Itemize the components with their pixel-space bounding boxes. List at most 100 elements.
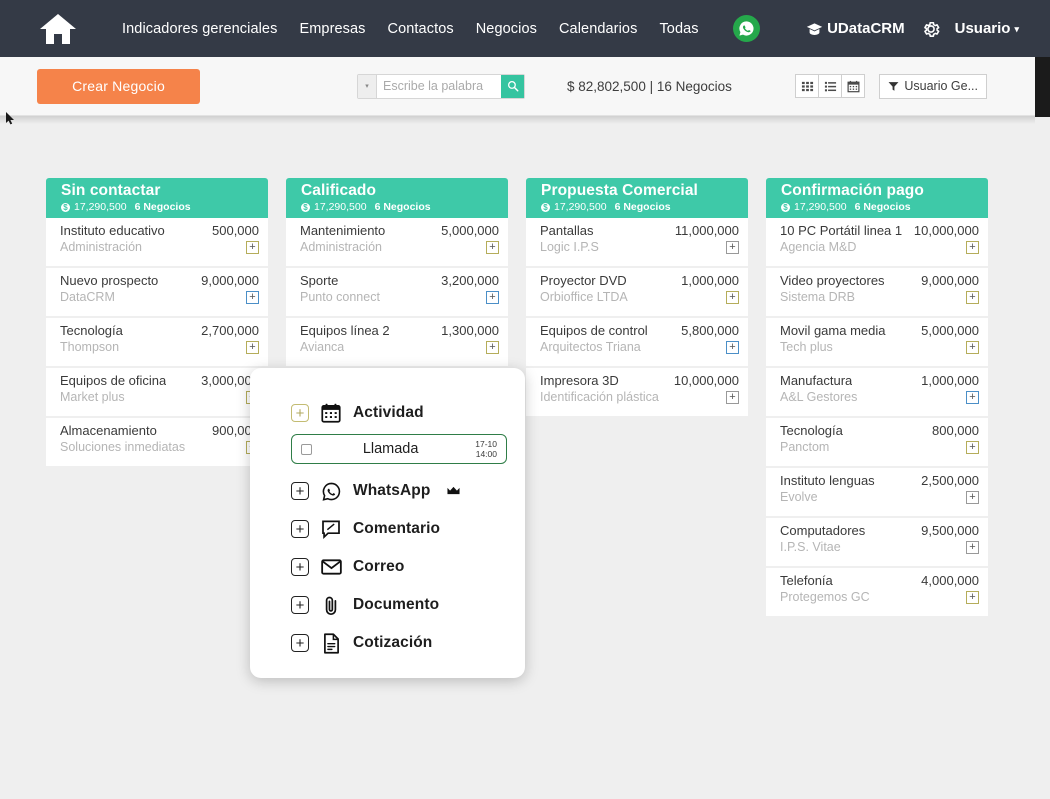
- brand-udatacrm[interactable]: UDataCRM: [806, 20, 905, 37]
- plus-icon[interactable]: +: [291, 482, 309, 500]
- deal-company: Orbioffice LTDA: [540, 290, 628, 304]
- deal-name: Instituto educativo: [60, 223, 165, 238]
- deal-card[interactable]: Manufactura 1,000,000 A&L Gestores +: [766, 368, 988, 416]
- add-activity-badge[interactable]: +: [246, 340, 259, 354]
- user-menu[interactable]: Usuario ▾: [955, 20, 1019, 37]
- deal-card[interactable]: Movil gama media 5,000,000 Tech plus +: [766, 318, 988, 366]
- popup-item-documento[interactable]: + Documento: [250, 586, 525, 624]
- deal-card[interactable]: Instituto educativo 500,000 Administració…: [46, 218, 268, 266]
- deal-card[interactable]: Tecnología 800,000 Panctom +: [766, 418, 988, 466]
- deal-name: Instituto lenguas: [780, 473, 875, 488]
- nav-item-todas[interactable]: Todas: [659, 21, 698, 37]
- deal-name: Mantenimiento: [300, 223, 386, 238]
- deal-card[interactable]: Video proyectores 9,000,000 Sistema DRB +: [766, 268, 988, 316]
- create-deal-button[interactable]: Crear Negocio: [37, 68, 200, 104]
- search-icon[interactable]: [501, 74, 524, 98]
- add-activity-badge[interactable]: +: [486, 290, 499, 304]
- add-activity-badge[interactable]: +: [966, 440, 979, 454]
- filter-button[interactable]: Usuario Ge...: [879, 73, 987, 99]
- deal-amount: 1,300,000: [441, 323, 499, 338]
- grid-view-button[interactable]: [795, 74, 820, 98]
- add-activity-badge[interactable]: +: [246, 290, 259, 304]
- plus-icon[interactable]: +: [291, 634, 309, 652]
- deal-card[interactable]: Computadores 9,500,000 I.P.S. Vitae +: [766, 518, 988, 566]
- add-activity-badge[interactable]: +: [486, 240, 499, 254]
- add-activity-badge[interactable]: +: [246, 240, 259, 254]
- whatsapp-icon[interactable]: [733, 15, 761, 42]
- deal-card[interactable]: Equipos de control 5,800,000 Arquitectos …: [526, 318, 748, 366]
- deal-amount: 3,200,000: [441, 273, 499, 288]
- crown-icon: [447, 486, 460, 496]
- deal-card[interactable]: Pantallas 11,000,000 Logic I.P.S +: [526, 218, 748, 266]
- deal-card[interactable]: 10 PC Portátil linea 1 10,000,000 Agencia…: [766, 218, 988, 266]
- popup-item-actividad[interactable]: + Actividad: [250, 394, 525, 432]
- deal-name: Computadores: [780, 523, 866, 538]
- search-input[interactable]: [377, 74, 501, 98]
- popup-item-correo[interactable]: + Correo: [250, 548, 525, 586]
- plus-icon[interactable]: +: [291, 596, 309, 614]
- column-amount: 17,290,500: [314, 201, 367, 213]
- plus-icon[interactable]: +: [291, 404, 309, 422]
- search-scope-dropdown[interactable]: ▾: [358, 74, 377, 98]
- calendar-view-button[interactable]: [841, 74, 866, 98]
- add-interaction-popup: + Actividad Llamada 17-10 14:00 + WhatsA…: [250, 368, 525, 678]
- column-meta: $ 17,290,500 6 Negocios: [781, 201, 988, 214]
- search-box: ▾: [357, 73, 525, 99]
- add-activity-badge[interactable]: +: [966, 590, 979, 604]
- deal-card[interactable]: Mantenimiento 5,000,000 Administración +: [286, 218, 508, 266]
- envelope-icon: [320, 556, 342, 578]
- add-activity-badge[interactable]: +: [726, 390, 739, 404]
- home-icon[interactable]: [30, 12, 86, 46]
- deal-name: Pantallas: [540, 223, 594, 238]
- deal-name: 10 PC Portátil linea 1: [780, 223, 903, 238]
- add-activity-badge[interactable]: +: [726, 240, 739, 254]
- popup-item-label: Comentario: [353, 520, 441, 537]
- popup-item-comentario[interactable]: + Comentario: [250, 510, 525, 548]
- nav-item-calendarios[interactable]: Calendarios: [559, 21, 637, 37]
- deal-card[interactable]: Impresora 3D 10,000,000 Identificación pl…: [526, 368, 748, 416]
- add-activity-badge[interactable]: +: [966, 540, 979, 554]
- deal-card[interactable]: Almacenamiento 900,000 Soluciones inmedia…: [46, 418, 268, 466]
- nav-item-contactos[interactable]: Contactos: [388, 21, 454, 37]
- deal-card[interactable]: Telefonía 4,000,000 Protegemos GC +: [766, 568, 988, 616]
- comment-icon: [320, 518, 342, 540]
- add-activity-badge[interactable]: +: [966, 490, 979, 504]
- add-activity-badge[interactable]: +: [966, 240, 979, 254]
- deal-card[interactable]: Equipos de oficina3,000,000 Market plus+: [46, 368, 268, 416]
- deal-company: Agencia M&D: [780, 240, 857, 254]
- deal-card[interactable]: Proyector DVD 1,000,000 Orbioffice LTDA +: [526, 268, 748, 316]
- money-icon: $: [61, 203, 70, 212]
- deal-name: Video proyectores: [780, 273, 885, 288]
- gear-icon[interactable]: [921, 19, 941, 39]
- deal-card[interactable]: Equipos línea 2 1,300,000 Avianca +: [286, 318, 508, 366]
- deal-company: Logic I.P.S: [540, 240, 599, 254]
- list-icon: [824, 81, 836, 91]
- deal-card[interactable]: Instituto lenguas 2,500,000 Evolve +: [766, 468, 988, 516]
- activity-llamada-item[interactable]: Llamada 17-10 14:00: [291, 434, 507, 464]
- add-activity-badge[interactable]: +: [966, 390, 979, 404]
- column-count: 6 Negocios: [374, 201, 431, 213]
- llamada-date: 17-10: [475, 439, 497, 449]
- crm-app: Indicadores gerenciales Empresas Contact…: [0, 0, 1050, 799]
- add-activity-badge[interactable]: +: [726, 290, 739, 304]
- vertical-scrollbar[interactable]: [1035, 57, 1050, 117]
- add-activity-badge[interactable]: +: [486, 340, 499, 354]
- nav-item-empresas[interactable]: Empresas: [299, 21, 365, 37]
- right-scroll-gutter[interactable]: [1035, 0, 1050, 799]
- nav-item-indicadores-gerenciales[interactable]: Indicadores gerenciales: [122, 21, 277, 37]
- popup-item-cotizacion[interactable]: + Cotización: [250, 624, 525, 662]
- popup-item-whatsapp[interactable]: + WhatsApp: [250, 472, 525, 510]
- deal-amount: 9,000,000: [201, 273, 259, 288]
- deal-company: Avianca: [300, 340, 345, 354]
- plus-icon[interactable]: +: [291, 520, 309, 538]
- plus-icon[interactable]: +: [291, 558, 309, 576]
- add-activity-badge[interactable]: +: [966, 340, 979, 354]
- kanban-column-confirmacion-pago: Confirmación pago $ 17,290,500 6 Negocio…: [766, 178, 988, 799]
- list-view-button[interactable]: [818, 74, 843, 98]
- add-activity-badge[interactable]: +: [726, 340, 739, 354]
- deal-card[interactable]: Tecnología 2,700,000 Thompson +: [46, 318, 268, 366]
- nav-item-negocios[interactable]: Negocios: [476, 21, 537, 37]
- deal-card[interactable]: Nuevo prospecto 9,000,000 DataCRM +: [46, 268, 268, 316]
- add-activity-badge[interactable]: +: [966, 290, 979, 304]
- deal-card[interactable]: Sporte 3,200,000 Punto connect +: [286, 268, 508, 316]
